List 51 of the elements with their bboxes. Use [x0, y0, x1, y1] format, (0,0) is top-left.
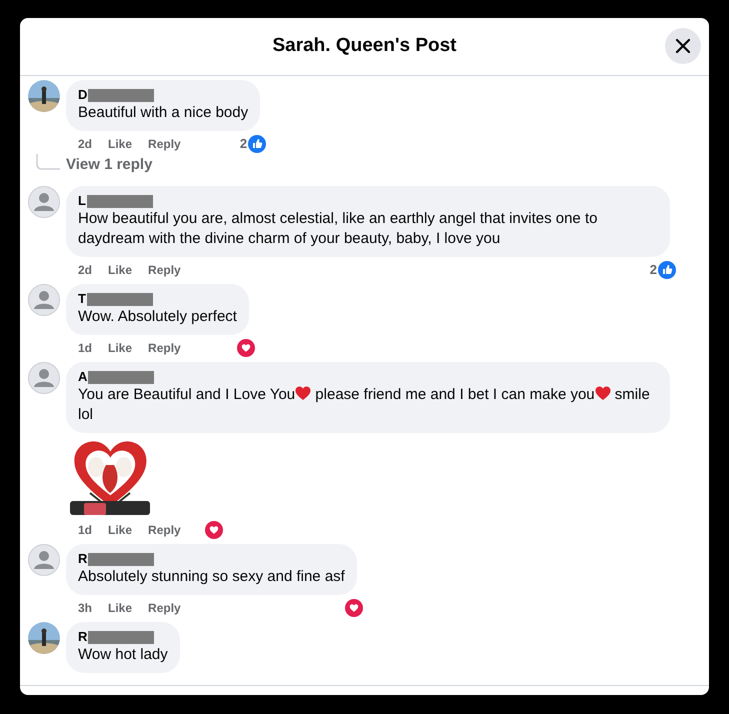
- heart-reaction-icon: [236, 339, 255, 357]
- close-button[interactable]: [665, 28, 701, 64]
- comment-text: Beautiful with a nice body: [78, 103, 248, 123]
- author-name: A: [78, 368, 88, 386]
- comment-text: Wow. Absolutely perfect: [78, 307, 237, 327]
- redaction-bar: [88, 370, 154, 384]
- heart-icon: [594, 386, 611, 401]
- heart-reaction-icon: [344, 599, 363, 617]
- comment-time: 1d: [78, 340, 92, 357]
- comment-text: You are Beautiful and I Love You please friend me and I bet I can make you smile lol: [78, 385, 651, 425]
- close-icon: [675, 38, 691, 54]
- redaction-bar: [86, 292, 153, 306]
- reply-link[interactable]: Reply: [148, 135, 181, 153]
- like-icon: [658, 261, 676, 279]
- author-name: L: [78, 192, 86, 210]
- like-link[interactable]: Like: [108, 521, 132, 539]
- redaction-bar: [86, 194, 153, 208]
- reaction-count: 2: [650, 261, 657, 280]
- view-replies-link[interactable]: View 1 reply: [66, 154, 152, 176]
- reply-link[interactable]: Reply: [148, 339, 181, 357]
- comment-text: How beautiful you are, almost celestial, like an earthly angel that invites one to daydream with the divine charm of your beauty, baby, I love you: [78, 209, 598, 249]
- reply-link[interactable]: Reply: [148, 521, 181, 539]
- comment-time: 2d: [78, 136, 92, 153]
- comment-time: 2d: [78, 262, 92, 279]
- like-link[interactable]: Like: [108, 339, 132, 357]
- redaction-bar: [88, 552, 154, 566]
- reply-link[interactable]: Reply: [148, 261, 181, 279]
- author-name: R: [78, 628, 88, 646]
- like-link[interactable]: Like: [108, 261, 132, 279]
- comment-time: 3h: [78, 600, 92, 617]
- heart-reaction-icon: [204, 521, 223, 539]
- heart-icon: [295, 386, 312, 401]
- redaction-bar: [88, 630, 154, 644]
- author-name: R: [78, 550, 88, 568]
- like-link[interactable]: Like: [108, 135, 132, 153]
- author-name: T: [78, 290, 86, 308]
- avatar-icon: [28, 284, 60, 316]
- avatar-icon: [28, 362, 60, 394]
- avatar-icon: [28, 186, 60, 218]
- like-link[interactable]: Like: [108, 599, 132, 617]
- author-name: D: [78, 86, 88, 104]
- redaction-bar: [88, 88, 154, 102]
- reply-link[interactable]: Reply: [148, 599, 181, 617]
- like-icon: [248, 135, 266, 153]
- comment-time: 1d: [78, 522, 92, 539]
- reaction-count: 2: [240, 135, 248, 154]
- comment-text: Wow hot lady: [78, 645, 168, 665]
- dialog-title: Sarah. Queen's Post: [272, 34, 457, 58]
- comment-text: Absolutely stunning so sexy and fine asf: [78, 567, 345, 587]
- thread-line: [36, 154, 62, 171]
- avatar-icon: [28, 544, 60, 576]
